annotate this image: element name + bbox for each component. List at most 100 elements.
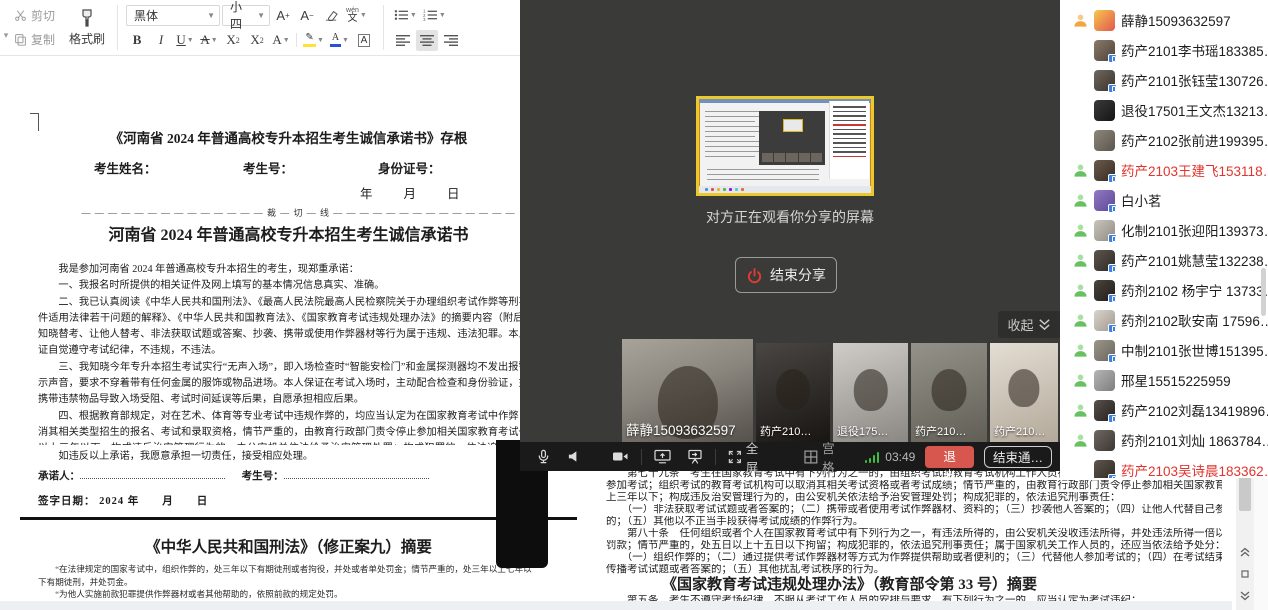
whiteboard-button[interactable]	[679, 442, 711, 471]
highlight-color-button[interactable]: ✎▼	[301, 30, 326, 51]
share-status-text: 对方正在观看你分享的屏幕	[520, 207, 1060, 227]
control-separator	[641, 449, 642, 465]
power-icon	[746, 267, 763, 284]
document-line: 《国家教育考试违规处理办法》（教育部令第 33 号）摘要	[606, 576, 1222, 595]
person-status-icon	[1073, 253, 1088, 268]
avatar	[1094, 40, 1115, 61]
participant-name: 药产2102刘磊13419896…	[1121, 400, 1268, 420]
avatar	[1094, 400, 1115, 421]
participant-row[interactable]: 药产2101李书瑶183385…	[1060, 35, 1268, 65]
camera-button[interactable]	[604, 442, 637, 471]
person-status-icon	[1073, 373, 1088, 388]
align-center-button[interactable]	[416, 30, 438, 51]
font-size-select[interactable]: 小四▼	[222, 5, 270, 26]
avatar	[1094, 70, 1115, 91]
cut-line: — — — — — — — — — — — — — — 裁 — 切 — 线 — …	[20, 206, 577, 218]
avatar	[1094, 340, 1115, 361]
signature-dotted-line	[80, 470, 225, 479]
participant-silhouette	[853, 369, 888, 411]
video-tile[interactable]: 药产210…	[911, 343, 987, 442]
participant-row[interactable]: 药剂2102耿安南 17596…	[1060, 305, 1268, 335]
format-painter-button[interactable]: 格式刷	[61, 0, 113, 55]
speaker-button[interactable]	[559, 442, 590, 471]
clear-format-button[interactable]	[320, 5, 342, 26]
cut-button[interactable]: 剪切	[14, 6, 55, 26]
underline-button[interactable]: U▼	[174, 30, 196, 51]
scrollbar-thumb[interactable]	[1239, 477, 1251, 511]
mobile-device-badge	[1108, 264, 1117, 273]
mobile-device-badge	[1108, 354, 1117, 363]
video-tile-name: 药产210…	[915, 423, 966, 439]
end-call-button[interactable]: 结束通…	[984, 446, 1052, 468]
strikethrough-button[interactable]: A▼	[198, 30, 220, 51]
participant-row[interactable]: 药产2103王建飞153118…	[1060, 155, 1268, 185]
align-right-button[interactable]	[440, 30, 462, 51]
toolbar-separator	[383, 5, 384, 50]
participant-list-scrollbar[interactable]	[1261, 268, 1266, 316]
select-browse-object-button[interactable]	[1237, 566, 1253, 582]
align-right-icon	[444, 35, 458, 46]
participant-row[interactable]: 化制2101张迎阳139373…	[1060, 215, 1268, 245]
video-tile[interactable]: 薛静15093632597	[622, 339, 753, 442]
font-name-select[interactable]: 黑体▼	[126, 5, 220, 26]
video-tile-name: 药产210…	[994, 423, 1045, 439]
paste-dropdown-partial[interactable]: ▾	[0, 0, 12, 55]
grid-view-button[interactable]: 宫格	[796, 442, 854, 471]
participant-row[interactable]: 白小茗	[1060, 185, 1268, 215]
participant-row[interactable]: 邢星15515225959	[1060, 365, 1268, 395]
signature-dotted-line	[284, 470, 429, 479]
fullscreen-button[interactable]: 全屏	[720, 442, 778, 471]
previous-page-button[interactable]	[1237, 544, 1253, 560]
superscript-button[interactable]: X2	[222, 30, 244, 51]
video-tile[interactable]: 药产210…	[756, 343, 830, 442]
numbered-list-button[interactable]: 123▼	[421, 5, 448, 26]
subscript-button[interactable]: X2	[246, 30, 268, 51]
participant-row[interactable]: 药剂2101刘灿 1863784…	[1060, 425, 1268, 455]
participant-row[interactable]: 退役17501王文杰13213…	[1060, 95, 1268, 125]
video-tile[interactable]: 退役175…	[833, 343, 908, 442]
document-title: 河南省 2024 年普通高校专升本招生考生诚信承诺书	[38, 221, 539, 245]
participant-name: 药产2103吴诗晨183362…	[1121, 460, 1268, 478]
next-page-button[interactable]	[1237, 588, 1253, 604]
microphone-button[interactable]	[528, 442, 559, 471]
participant-name: 药剂2102 杨宇宁 13733…	[1121, 280, 1268, 300]
participant-row[interactable]: 药产2101姚慧莹132238…	[1060, 245, 1268, 275]
avatar	[1094, 100, 1115, 121]
participant-row[interactable]: 药产2101张钰莹130726…	[1060, 65, 1268, 95]
mobile-device-badge	[1108, 474, 1117, 479]
microphone-icon	[536, 449, 551, 464]
video-tile[interactable]: 药产210…	[990, 343, 1058, 442]
participant-row[interactable]: 药产2102张前进199395…	[1060, 125, 1268, 155]
exit-button[interactable]: 退出	[925, 446, 974, 468]
phonetic-guide-button[interactable]: wén文 ▼	[344, 5, 369, 26]
participant-row[interactable]: 药产2103吴诗晨183362…	[1060, 455, 1268, 478]
bullet-list-icon	[394, 9, 409, 21]
toolbar-separator	[117, 5, 118, 50]
participant-row[interactable]: 中制2101张世博151395…	[1060, 335, 1268, 365]
bold-button[interactable]: B	[126, 30, 148, 51]
align-left-button[interactable]	[392, 30, 414, 51]
participant-name: 邢星15515225959	[1121, 370, 1231, 390]
text-effects-button[interactable]: A▼	[270, 30, 292, 51]
share-screen-button[interactable]	[646, 442, 679, 471]
participant-row[interactable]: 薛静15093632597	[1060, 5, 1268, 35]
scrollbar-corner	[1254, 472, 1268, 610]
collapse-button[interactable]: 收起	[998, 311, 1060, 338]
document-scrollbar[interactable]	[1236, 472, 1254, 610]
share-preview-thumbnail[interactable]	[696, 96, 874, 196]
end-share-button[interactable]: 结束分享	[735, 257, 837, 293]
participant-list: 薛静15093632597 药产2101李书瑶183385…	[1060, 0, 1268, 478]
participant-row[interactable]: 药产2102刘磊13419896…	[1060, 395, 1268, 425]
character-border-button[interactable]: A	[353, 30, 375, 51]
copy-button[interactable]: 复制	[14, 30, 55, 50]
grow-font-button[interactable]: A+	[272, 5, 294, 26]
participant-name: 药剂2101刘灿 1863784…	[1121, 430, 1268, 450]
document-line: 上三年以下；构成违反治安管理行为的，由公安机关依法给予治安管理处罚；构成犯罪的，…	[606, 492, 1222, 504]
avatar-image	[1094, 10, 1115, 31]
bold-label: B	[133, 32, 142, 48]
italic-button[interactable]: I	[150, 30, 172, 51]
participant-row[interactable]: 药剂2102 杨宇宁 13733…	[1060, 275, 1268, 305]
font-color-button[interactable]: A▼	[328, 30, 351, 51]
bullet-list-button[interactable]: ▼	[392, 5, 419, 26]
shrink-font-button[interactable]: A−	[296, 5, 318, 26]
